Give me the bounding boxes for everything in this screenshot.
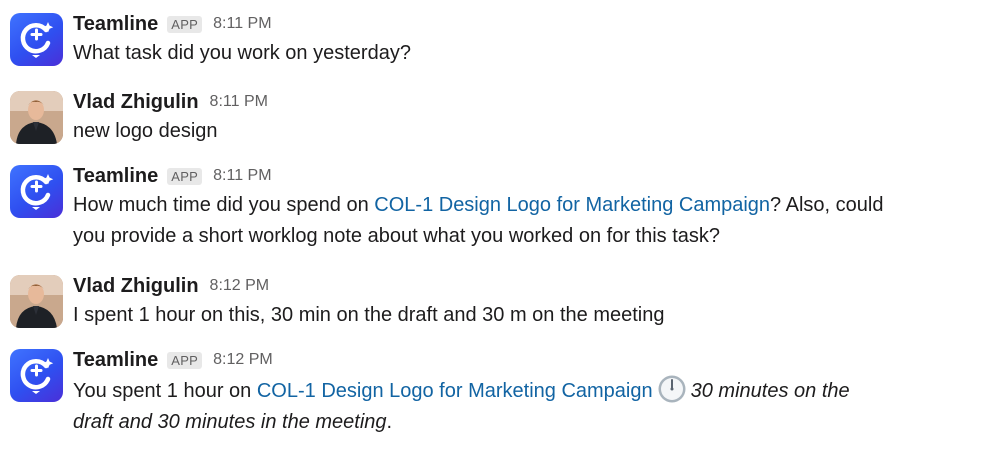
teamline-avatar[interactable] xyxy=(10,13,63,66)
task-link[interactable]: COL-1 Design Logo for Marketing Campaign xyxy=(374,194,770,216)
message-text: What task did you work on yesterday? xyxy=(73,42,411,64)
message-timestamp[interactable]: 8:12 PM xyxy=(210,277,270,295)
teamline-avatar[interactable] xyxy=(10,165,63,218)
user-photo-icon xyxy=(10,275,63,328)
sender-name[interactable]: Vlad Zhigulin xyxy=(73,275,199,298)
italic-note: 30 minutes on the xyxy=(690,380,850,402)
message-text: You spent 1 hour on COL-1 Design Logo fo… xyxy=(73,374,985,438)
message-text-line: You spent 1 hour on COL-1 Design Logo fo… xyxy=(73,374,985,407)
user-photo-icon xyxy=(10,91,63,144)
clock-emoji-icon xyxy=(657,374,687,404)
message-timestamp[interactable]: 8:11 PM xyxy=(213,15,271,33)
message-text-line: How much time did you spend on COL-1 Des… xyxy=(73,190,985,221)
message-text: I spent 1 hour on this, 30 min on the dr… xyxy=(73,304,665,326)
sender-name[interactable]: Teamline xyxy=(73,349,158,372)
sender-name[interactable]: Vlad Zhigulin xyxy=(73,91,199,114)
message-text-line: you provide a short worklog note about w… xyxy=(73,225,721,247)
sender-name[interactable]: Teamline xyxy=(73,13,158,36)
user-avatar[interactable] xyxy=(10,275,63,328)
message-text-line: draft and 30 minutes in the meeting. xyxy=(73,407,985,438)
text-segment: . xyxy=(386,411,393,433)
app-badge: APP xyxy=(167,167,203,185)
task-link[interactable]: COL-1 Design Logo for Marketing Campaign xyxy=(257,380,653,402)
text-segment: ? Also, could xyxy=(770,194,884,216)
teamline-avatar[interactable] xyxy=(10,349,63,402)
text-segment: How much time did you spend on xyxy=(73,194,375,216)
teamline-logo-icon xyxy=(20,22,54,58)
italic-note: draft and 30 minutes in the meeting xyxy=(73,411,387,433)
text-segment: You spent 1 hour on xyxy=(73,380,257,402)
app-badge: APP xyxy=(167,15,203,33)
message-timestamp[interactable]: 8:11 PM xyxy=(213,167,271,185)
teamline-logo-icon xyxy=(20,174,54,210)
sender-name[interactable]: Teamline xyxy=(73,165,158,188)
app-badge: APP xyxy=(167,351,203,369)
message-timestamp[interactable]: 8:11 PM xyxy=(210,93,268,111)
teamline-logo-icon xyxy=(20,358,54,394)
message-timestamp[interactable]: 8:12 PM xyxy=(213,351,273,369)
message-text: How much time did you spend on COL-1 Des… xyxy=(73,190,985,252)
message-text: new logo design xyxy=(73,120,218,142)
user-avatar[interactable] xyxy=(10,91,63,144)
